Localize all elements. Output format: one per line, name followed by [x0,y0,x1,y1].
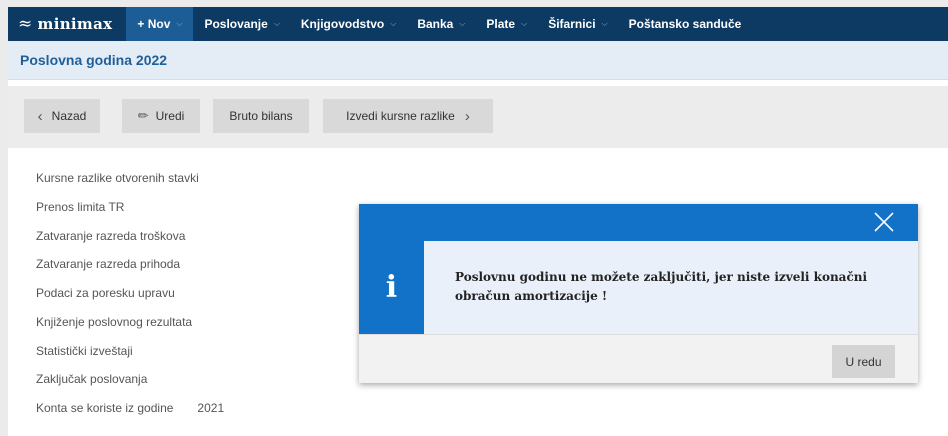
edit-button-label: Uredi [155,109,185,123]
nav-item-plate[interactable]: Plate ⌵ [475,7,537,41]
back-button-label: Nazad [51,109,87,123]
new-menu-button[interactable]: + Nov ⌵ [126,7,194,41]
page-title: Poslovna godina 2022 [20,52,168,68]
list-item: Konta se koriste iz godine 2021 [36,401,224,430]
nav-item-label: Šifarnici [548,17,596,31]
list-item-value: 2021 [197,401,225,415]
list-item-label: Kursne razlike otvorenih stavki [36,171,199,185]
nav-item-postansko-sanduce[interactable]: Poštansko sanduče [618,7,752,41]
list-item-label: Knjiženje poslovnog rezultata [36,314,193,329]
dialog-footer: U redu [359,334,918,383]
list-item[interactable]: Kursne razlike otvorenih stavki [36,171,224,200]
list-item-label: Prenos limita TR [36,199,125,214]
nav-item-label: Poštansko sanduče [628,17,742,31]
pencil-icon: ✏︎ [137,108,149,123]
nav-item-sifarnici[interactable]: Šifarnici ⌵ [537,7,617,41]
chevron-down-icon: ⌵ [521,19,528,28]
edit-button[interactable]: ✏︎ Uredi [122,99,200,133]
list-item-label: Zaključak poslovanja [36,372,148,387]
bruto-bilans-label: Bruto bilans [229,109,293,123]
close-icon[interactable] [872,210,896,234]
back-button[interactable]: ‹ Nazad [24,99,100,133]
list-item-label: Podaci za poresku upravu [36,286,175,300]
info-dialog: i Poslovnu godinu ne možete zaključiti, … [359,204,918,383]
nav-item-knjigovodstvo[interactable]: Knjigovodstvo ⌵ [290,7,406,41]
list-item-label: Konta se koriste iz godine [36,401,174,415]
bruto-bilans-button[interactable]: Bruto bilans [213,99,309,133]
nav-item-label: Banka [417,17,454,31]
list-item[interactable]: Podaci za poresku upravu [36,286,224,315]
year-actions-list: Kursne razlike otvorenih stavki Prenos l… [36,171,224,430]
list-item[interactable]: Zatvaranje razreda prihoda [36,257,224,286]
chevron-down-icon: ⌵ [459,19,466,28]
new-menu-label: + Nov [137,17,171,31]
chevron-down-icon: ⌵ [273,19,280,28]
chevron-left-icon: ‹ [37,107,43,125]
izvedi-label: Izvedi kursne razlike [346,109,455,123]
dialog-header [359,204,918,241]
nav-item-label: Poslovanje [204,17,268,31]
info-icon: i [359,241,424,334]
minimax-logo[interactable]: ≈ minimax [8,7,126,41]
list-item-label: Zatvaranje razreda troškova [36,228,186,243]
list-item[interactable]: Statistički izveštaji [36,344,224,373]
page-title-bar: Poslovna godina 2022 [8,41,948,80]
action-toolbar: ‹ Nazad ✏︎ Uredi Bruto bilans Izvedi kur… [8,86,948,148]
info-icon-letter: i [385,270,398,305]
chevron-right-icon: › [464,107,470,125]
nav-item-poslovanje[interactable]: Poslovanje ⌵ [193,7,289,41]
list-item[interactable]: Knjiženje poslovnog rezultata [36,315,224,344]
list-item[interactable]: Zaključak poslovanja [36,372,224,401]
chevron-down-icon: ⌵ [176,19,183,28]
ok-button[interactable]: U redu [832,345,895,378]
nav-item-banka[interactable]: Banka ⌵ [406,7,475,41]
izvedi-kursne-razlike-button[interactable]: Izvedi kursne razlike › [323,99,493,133]
dialog-message: Poslovnu godinu ne možete zaključiti, je… [455,270,868,303]
list-item[interactable]: Zatvaranje razreda troškova [36,229,224,258]
list-item-label: Statistički izveštaji [36,343,133,358]
top-nav-bar: ≈ minimax + Nov ⌵ Poslovanje ⌵ Knjigovod… [8,7,948,41]
list-item[interactable]: Prenos limita TR [36,200,224,229]
list-item-label: Zatvaranje razreda prihoda [36,257,181,272]
nav-item-label: Knjigovodstvo [300,17,385,31]
dialog-body: i Poslovnu godinu ne možete zaključiti, … [359,241,918,334]
chevron-down-icon: ⌵ [390,19,397,28]
chevron-down-icon: ⌵ [601,19,608,28]
minimax-logo-icon: ≈ [18,14,33,34]
nav-item-label: Plate [486,17,516,31]
logo-text: minimax [37,15,113,33]
